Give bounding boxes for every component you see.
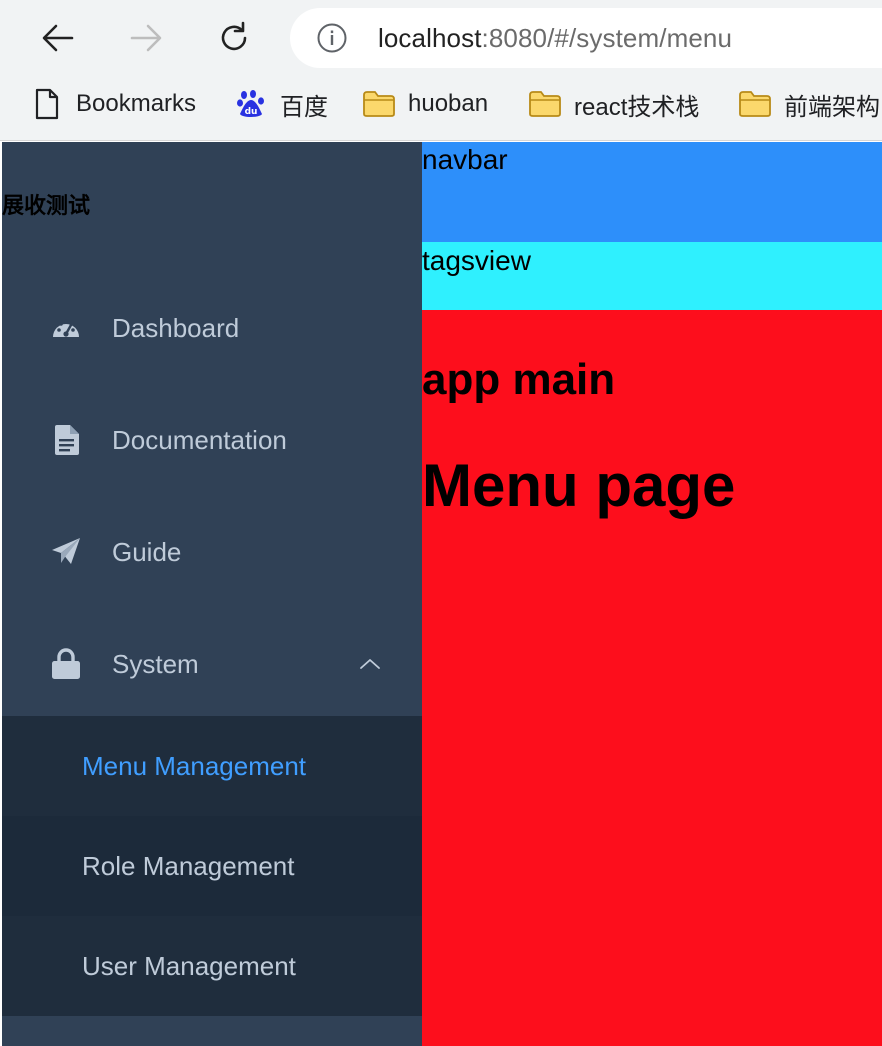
- sidebar-item-label: System: [112, 648, 199, 679]
- folder-icon: [528, 87, 562, 121]
- bookmark-label: 前端架构: [784, 93, 880, 121]
- page-icon: [30, 87, 64, 121]
- forward-button[interactable]: [122, 14, 170, 62]
- navbar: navbar: [422, 142, 882, 242]
- bookmark-label: react技术栈: [574, 93, 700, 121]
- sidebar-item-documentation[interactable]: Documentation: [2, 384, 422, 496]
- bookmark-frontend-architecture[interactable]: 前端架构: [738, 86, 880, 122]
- dashboard-icon: [50, 312, 82, 344]
- info-icon[interactable]: [316, 22, 348, 54]
- submenu-item-label: Menu Management: [82, 750, 307, 781]
- submenu-item-label: User Management: [82, 950, 296, 981]
- svg-text:du: du: [245, 107, 258, 117]
- arrow-right-icon: [130, 24, 162, 52]
- sidebar-title[interactable]: 展收测试: [2, 192, 90, 220]
- url-text[interactable]: localhost:8080/#/system/menu: [378, 24, 732, 52]
- bookmark-label: huoban: [408, 90, 489, 117]
- baidu-icon: du: [234, 87, 268, 121]
- bookmark-label: 百度: [280, 93, 328, 121]
- bookmark-bookmarks[interactable]: Bookmarks: [30, 86, 196, 122]
- submenu-item-role-management[interactable]: Role Management: [2, 816, 422, 916]
- bookmark-baidu[interactable]: du 百度: [234, 86, 328, 122]
- sidebar-item-label: Guide: [112, 536, 182, 567]
- url-host: localhost: [378, 23, 482, 53]
- reload-button[interactable]: [210, 14, 258, 62]
- sidebar-item-system[interactable]: System: [2, 608, 422, 720]
- submenu-item-menu-management[interactable]: Menu Management: [2, 716, 422, 816]
- sidebar-item-label: Dashboard: [112, 312, 240, 343]
- page-title: Menu page: [422, 452, 736, 519]
- bookmark-label: Bookmarks: [76, 90, 197, 117]
- sidebar-item-guide[interactable]: Guide: [2, 496, 422, 608]
- bookmarks-bar: Bookmarks du 百度 huoban react技术栈 前端架构: [0, 80, 882, 128]
- paper-plane-icon: [50, 536, 82, 568]
- back-button[interactable]: [34, 14, 82, 62]
- sidebar: 展收测试 Dashboard Documentation Guide Syste…: [2, 142, 422, 1046]
- submenu-item-user-management[interactable]: User Management: [2, 916, 422, 1016]
- bookmark-huoban[interactable]: huoban: [362, 86, 488, 122]
- sidebar-item-label: Documentation: [112, 424, 287, 455]
- submenu-item-label: Role Management: [82, 850, 295, 881]
- bookmark-react-stack[interactable]: react技术栈: [528, 86, 699, 122]
- navbar-text: navbar: [422, 144, 508, 175]
- sidebar-item-dashboard[interactable]: Dashboard: [2, 272, 422, 384]
- chevron-up-icon[interactable]: [358, 652, 382, 676]
- tagsview: tagsview: [422, 242, 882, 310]
- lock-icon: [50, 648, 82, 680]
- system-submenu: Menu Management Role Management User Man…: [2, 716, 422, 1016]
- document-icon: [50, 424, 82, 456]
- folder-icon: [362, 87, 396, 121]
- app-main-heading: app main: [422, 355, 616, 404]
- url-path: :8080/#/system/menu: [481, 23, 733, 53]
- folder-icon: [738, 87, 772, 121]
- arrow-left-icon: [42, 24, 74, 52]
- tagsview-text: tagsview: [422, 245, 531, 276]
- reload-icon: [221, 21, 247, 51]
- browser-chrome: localhost:8080/#/system/menu Bookmarks d…: [0, 0, 882, 141]
- address-bar[interactable]: localhost:8080/#/system/menu: [290, 8, 882, 68]
- app-main: app main Menu page: [422, 310, 882, 1046]
